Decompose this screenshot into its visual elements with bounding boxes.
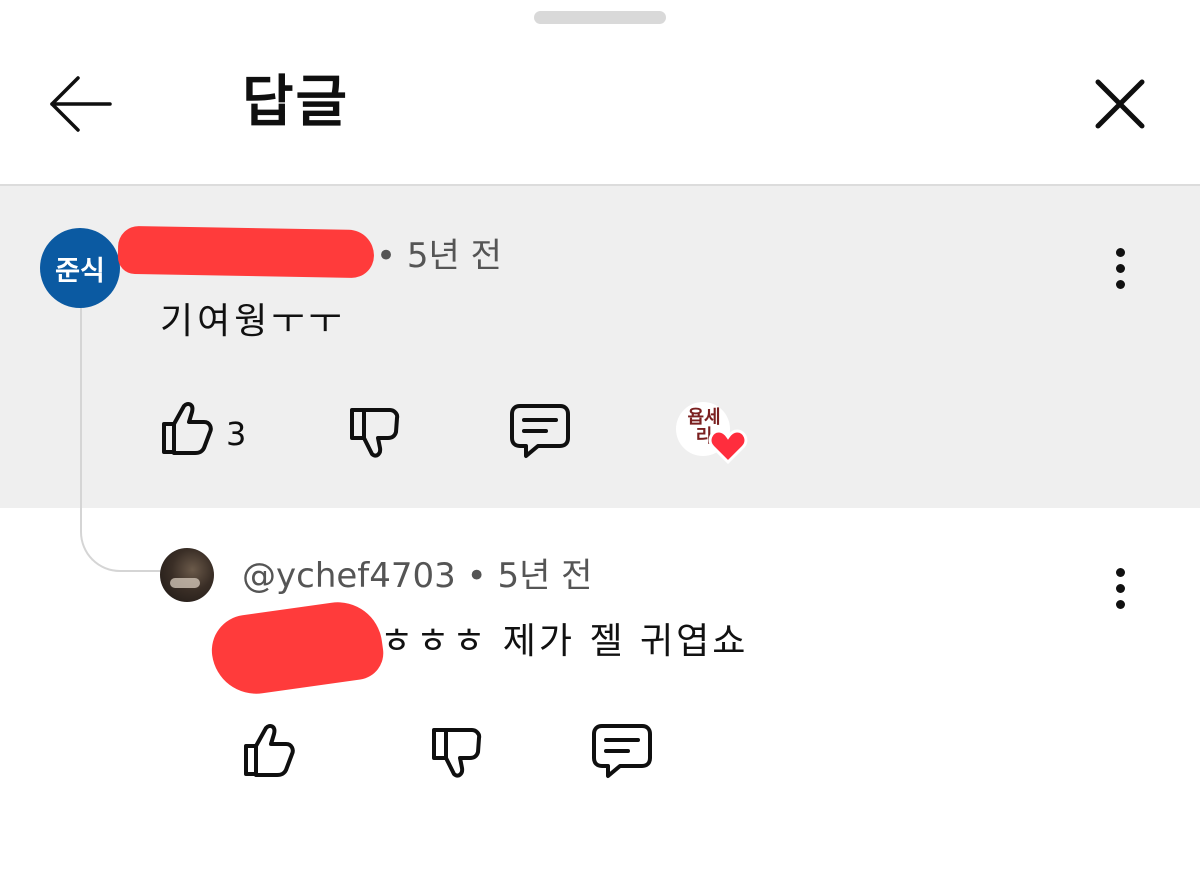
dislike-button[interactable] — [346, 402, 404, 466]
comment-more-button[interactable] — [1100, 238, 1140, 298]
reply-button[interactable] — [508, 402, 572, 466]
header: 답글 — [0, 30, 1200, 184]
thumbs-down-icon — [350, 408, 400, 458]
redacted-username — [117, 225, 375, 279]
thread-connector-line — [80, 300, 170, 572]
reply-more-button[interactable] — [1100, 558, 1140, 618]
thumbs-up-icon — [162, 402, 213, 455]
close-button[interactable] — [1088, 72, 1152, 136]
replies-sheet: 답글 준식 • 5년 전 기여웡ㅜㅜ 3 욥세리 @ychef4703 • 5년… — [0, 0, 1200, 884]
arrow-left-icon — [50, 76, 112, 132]
thumbs-up-icon — [244, 724, 295, 777]
comment-text: 기여웡ㅜㅜ — [160, 301, 346, 342]
thumbs-down-icon — [432, 728, 482, 778]
reply-meta: @ychef4703 • 5년 전 — [242, 556, 593, 596]
reply-like-button[interactable] — [240, 720, 298, 784]
more-dot — [1115, 599, 1125, 609]
page-title: 답글 — [242, 70, 350, 135]
like-count: 3 — [226, 415, 247, 453]
heart-icon — [708, 429, 748, 464]
reply-text: ㅎㅎㅎ 제가 젤 귀엽쇼 — [380, 621, 749, 662]
sheet-drag-handle[interactable] — [534, 11, 666, 24]
reply-dislike-button[interactable] — [428, 722, 486, 786]
more-dot — [1115, 279, 1125, 289]
more-dot — [1115, 263, 1125, 273]
avatar-initials: 준식 — [55, 255, 105, 287]
reply-avatar[interactable] — [160, 548, 214, 602]
comment-icon — [510, 404, 570, 458]
more-dot — [1115, 583, 1125, 593]
creator-heart-badge: 욥세리 — [676, 402, 750, 464]
reply-reply-button[interactable] — [590, 722, 654, 786]
like-button[interactable] — [158, 398, 216, 462]
back-button[interactable] — [44, 72, 120, 136]
avatar-photo-detail — [170, 578, 200, 588]
more-dot — [1115, 247, 1125, 257]
comment-icon — [592, 724, 652, 778]
close-icon — [1095, 79, 1145, 129]
redacted-mention — [207, 596, 387, 700]
avatar[interactable]: 준식 — [40, 228, 120, 308]
comment-meta: • 5년 전 — [376, 236, 502, 276]
more-dot — [1115, 567, 1125, 577]
